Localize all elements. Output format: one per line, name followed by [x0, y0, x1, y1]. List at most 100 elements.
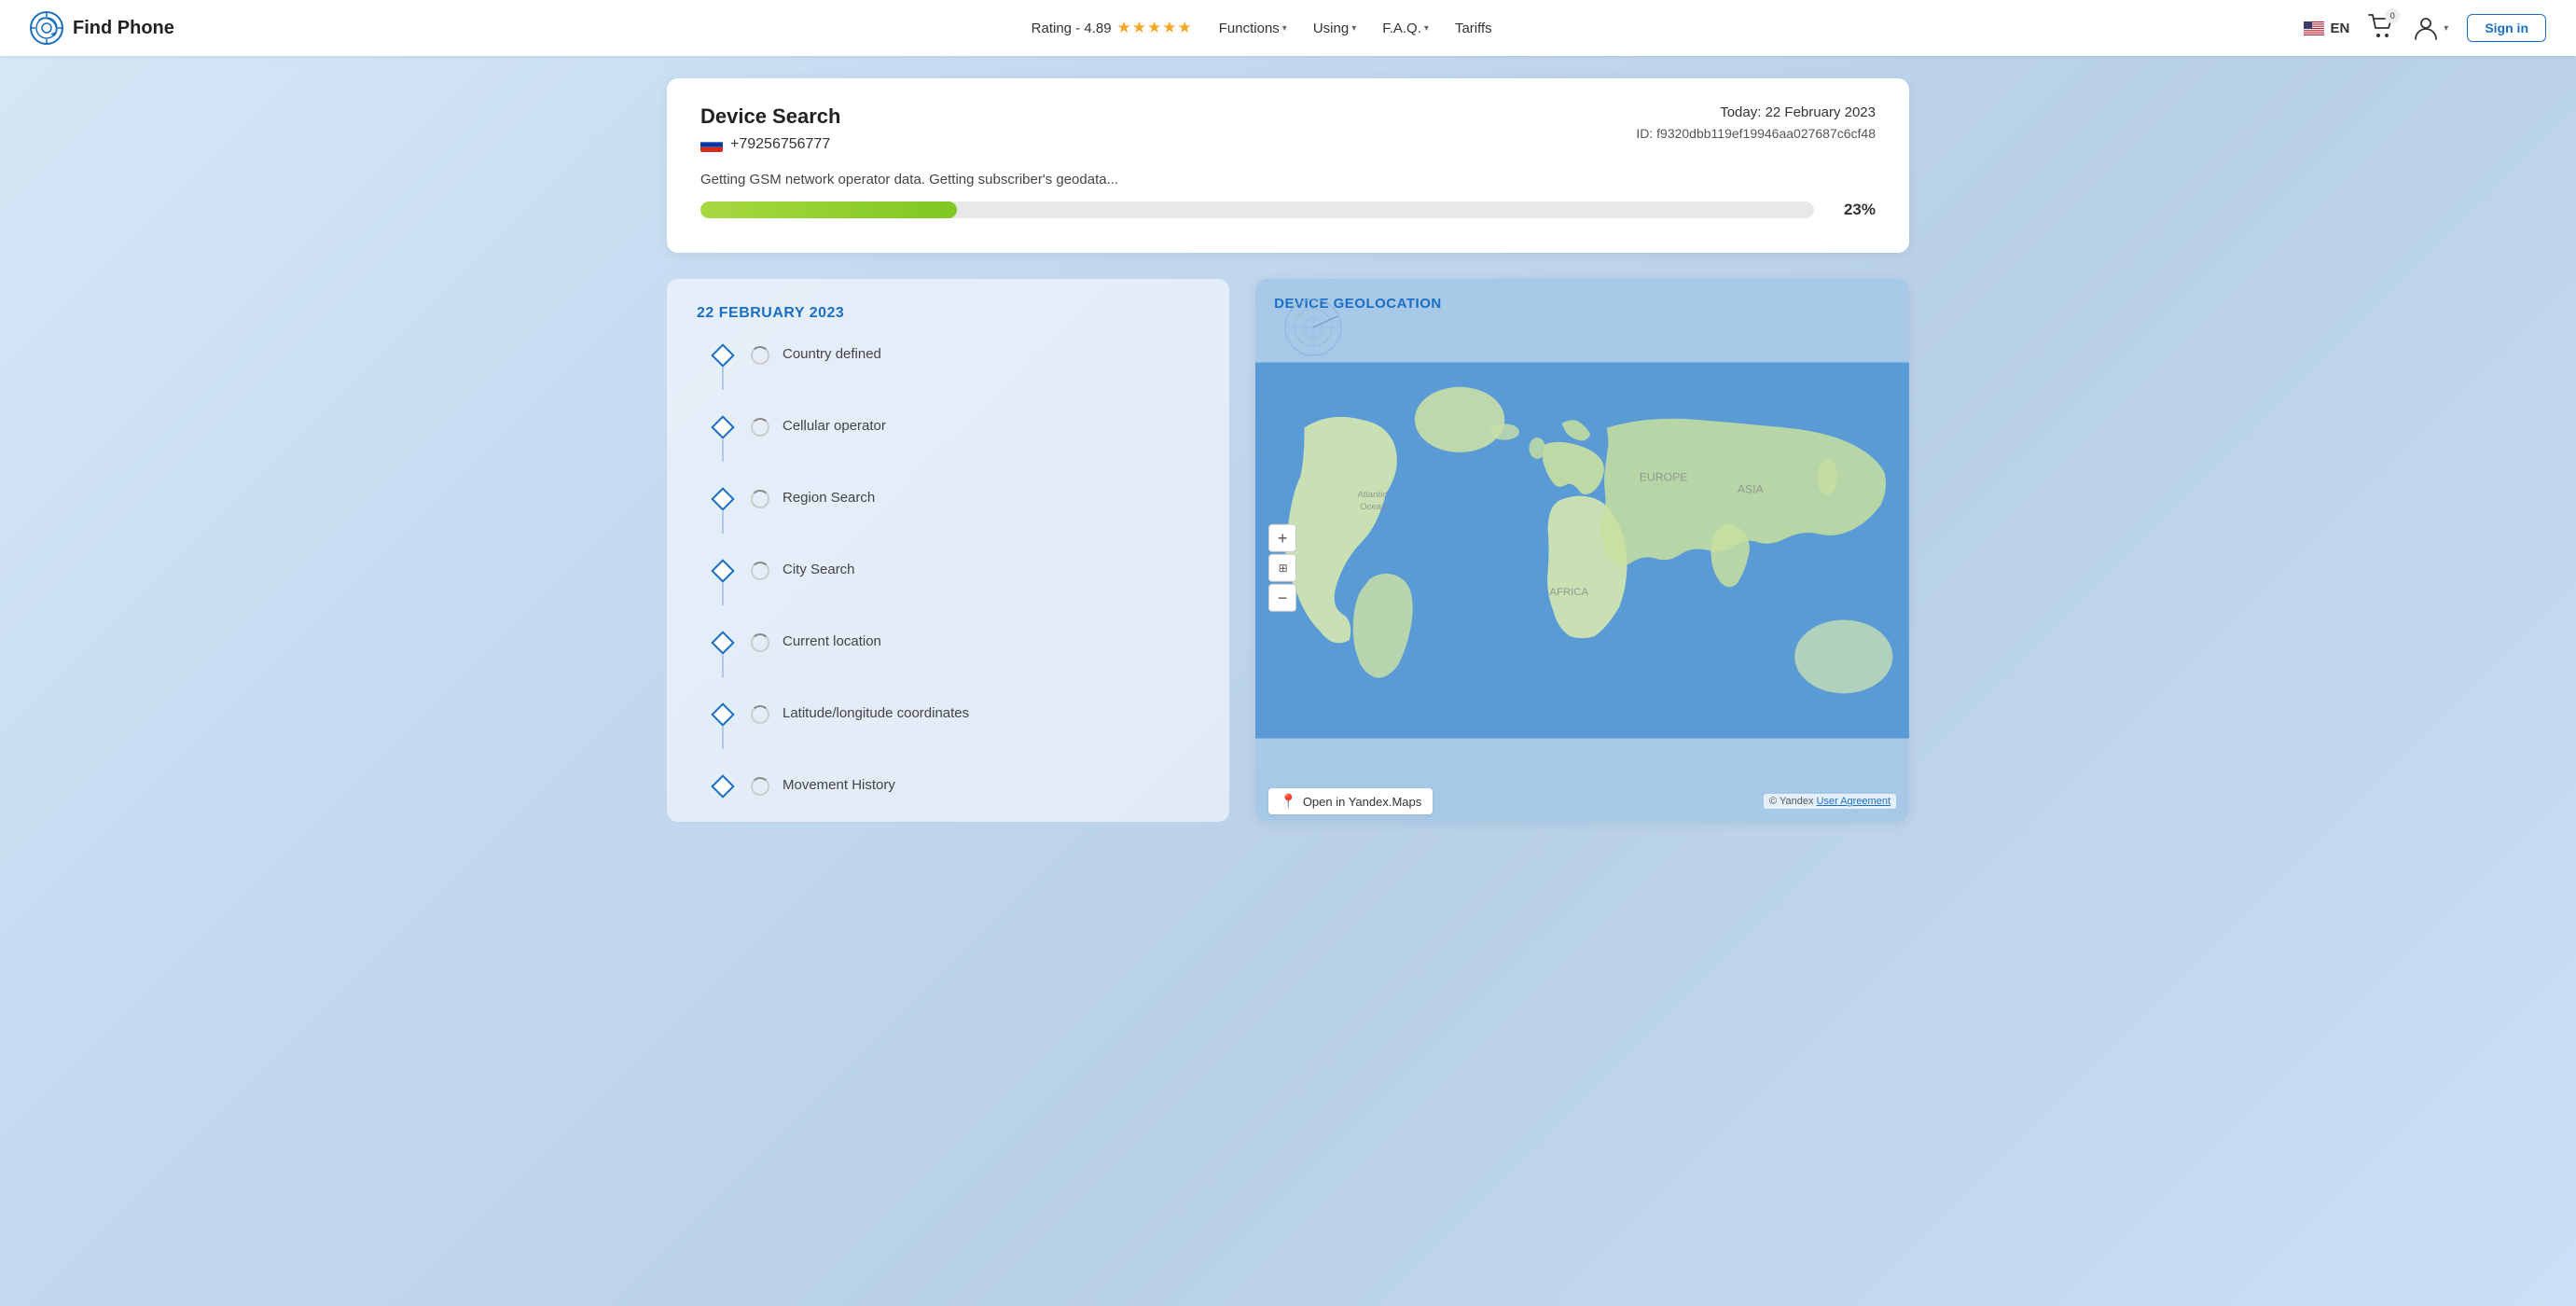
timeline-diamond-icon — [711, 487, 734, 510]
card-header: Device Search +79256756777 Today: 22 Feb… — [700, 104, 1876, 153]
phone-number: +79256756777 — [730, 136, 830, 153]
zoom-out-button[interactable]: − — [1268, 584, 1296, 612]
user-agreement-link[interactable]: User Agreement — [1817, 796, 1890, 807]
list-item: Region Search — [708, 488, 1199, 560]
grid-button[interactable]: ⊞ — [1268, 554, 1296, 582]
timeline-connector — [722, 511, 724, 534]
list-item: Latitude/longitude coordinates — [708, 703, 1199, 775]
timeline-label: Region Search — [782, 488, 875, 506]
rating-label: Rating - 4.89 — [1032, 21, 1112, 36]
timeline-content-1: Country defined — [738, 344, 881, 365]
spinner-icon — [751, 633, 769, 652]
device-search-card: Device Search +79256756777 Today: 22 Feb… — [667, 78, 1909, 253]
svg-text:Ocean: Ocean — [1360, 502, 1386, 512]
phone-row: +79256756777 — [700, 136, 840, 153]
spinner-icon — [751, 777, 769, 796]
timeline-diamond-icon — [711, 343, 734, 367]
progress-percent: 23% — [1831, 201, 1876, 219]
user-chevron-icon: ▾ — [2444, 23, 2448, 34]
nav-using[interactable]: Using ▾ — [1313, 21, 1356, 36]
navbar-center: Rating - 4.89 ★★★★★ Functions ▾ Using ▾ … — [219, 19, 2305, 37]
spinner-icon — [751, 705, 769, 724]
timeline-diamond-icon — [711, 774, 734, 798]
progress-bar-background — [700, 201, 1814, 218]
map-radar — [1283, 298, 1343, 357]
progress-bar-fill — [700, 201, 957, 218]
list-item: Country defined — [708, 344, 1199, 416]
list-item: City Search — [708, 560, 1199, 632]
timeline-connector — [722, 727, 724, 749]
status-text: Getting GSM network operator data. Getti… — [700, 172, 1876, 188]
card-title: Device Search — [700, 104, 840, 129]
faq-chevron-icon: ▾ — [1424, 23, 1429, 34]
find-phone-icon — [30, 11, 63, 45]
timeline: Country defined Cellular operator — [697, 344, 1199, 796]
flag-en-icon — [2304, 21, 2324, 35]
list-item: Movement History — [708, 775, 1199, 796]
flag-russia-icon — [700, 137, 723, 152]
timeline-connector — [722, 439, 724, 462]
navbar: Find Phone Rating - 4.89 ★★★★★ Functions… — [0, 0, 2576, 56]
open-maps-label: Open in Yandex.Maps — [1303, 795, 1421, 809]
language-selector[interactable]: EN — [2304, 21, 2349, 36]
svg-text:EUROPE: EUROPE — [1640, 471, 1688, 484]
brand-logo[interactable]: Find Phone — [30, 11, 174, 45]
svg-text:ASIA: ASIA — [1738, 483, 1765, 496]
timeline-connector — [722, 583, 724, 605]
radar-icon — [1283, 298, 1343, 357]
zoom-in-button[interactable]: + — [1268, 524, 1296, 552]
timeline-label: Movement History — [782, 775, 895, 793]
list-item: Cellular operator — [708, 416, 1199, 488]
timeline-date: 22 FEBRUARY 2023 — [697, 305, 1199, 322]
rating-stars: ★★★★★ — [1117, 19, 1193, 37]
timeline-label: Cellular operator — [782, 416, 886, 434]
map-controls: + ⊞ − — [1268, 524, 1296, 612]
cart-button[interactable]: 0 — [2368, 14, 2394, 43]
today-date: Today: 22 February 2023 — [1636, 104, 1876, 120]
timeline-diamond-icon — [711, 559, 734, 582]
nav-tariffs[interactable]: Tariffs — [1455, 21, 1492, 36]
progress-row: 23% — [700, 201, 1876, 219]
timeline-connector — [722, 655, 724, 677]
spinner-icon — [751, 562, 769, 580]
nav-functions[interactable]: Functions ▾ — [1219, 21, 1287, 36]
timeline-panel: 22 FEBRUARY 2023 Country defined — [667, 279, 1229, 822]
spinner-icon — [751, 490, 769, 508]
open-yandex-maps-button[interactable]: 📍 Open in Yandex.Maps — [1268, 788, 1433, 814]
timeline-label: Latitude/longitude coordinates — [782, 703, 969, 721]
svg-text:Atlantic: Atlantic — [1358, 490, 1388, 500]
timeline-diamond-icon — [711, 631, 734, 654]
timeline-label: Current location — [782, 632, 881, 649]
world-map-svg: EUROPE ASIA AFRICA Atlantic Ocean — [1255, 279, 1909, 822]
brand-name: Find Phone — [73, 18, 174, 39]
card-left: Device Search +79256756777 — [700, 104, 840, 153]
map-panel: DEVICE GEOLOCATION — [1255, 279, 1909, 822]
map-container: EUROPE ASIA AFRICA Atlantic Ocean — [1255, 279, 1909, 822]
list-item: Current location — [708, 632, 1199, 703]
timeline-left-1 — [708, 344, 738, 390]
spinner-icon — [751, 346, 769, 365]
functions-chevron-icon: ▾ — [1282, 23, 1287, 34]
user-icon — [2413, 15, 2439, 41]
timeline-connector — [722, 368, 724, 390]
nav-faq[interactable]: F.A.Q. ▾ — [1382, 21, 1429, 36]
meta-block: Today: 22 February 2023 ID: f9320dbb119e… — [1636, 104, 1876, 141]
user-menu[interactable]: ▾ — [2413, 15, 2448, 41]
page-content: Device Search +79256756777 Today: 22 Feb… — [644, 56, 1932, 859]
map-footer: 📍 Open in Yandex.Maps © Yandex User Agre… — [1255, 781, 1909, 822]
timeline-label: Country defined — [782, 344, 881, 362]
cart-badge: 0 — [2385, 8, 2400, 23]
bottom-section: 22 FEBRUARY 2023 Country defined — [667, 279, 1909, 822]
search-id: ID: f9320dbb119ef19946aa027687c6cf48 — [1636, 126, 1876, 141]
pin-icon: 📍 — [1280, 793, 1297, 810]
timeline-diamond-icon — [711, 702, 734, 726]
svg-text:AFRICA: AFRICA — [1550, 587, 1589, 598]
rating-block: Rating - 4.89 ★★★★★ — [1032, 19, 1193, 37]
timeline-label: City Search — [782, 560, 855, 577]
navbar-right: EN 0 ▾ Sign in — [2304, 14, 2546, 43]
spinner-icon — [751, 418, 769, 437]
sign-in-button[interactable]: Sign in — [2467, 14, 2546, 42]
timeline-diamond-icon — [711, 415, 734, 438]
using-chevron-icon: ▾ — [1351, 23, 1356, 34]
map-copyright: © Yandex User Agreement — [1764, 794, 1896, 809]
